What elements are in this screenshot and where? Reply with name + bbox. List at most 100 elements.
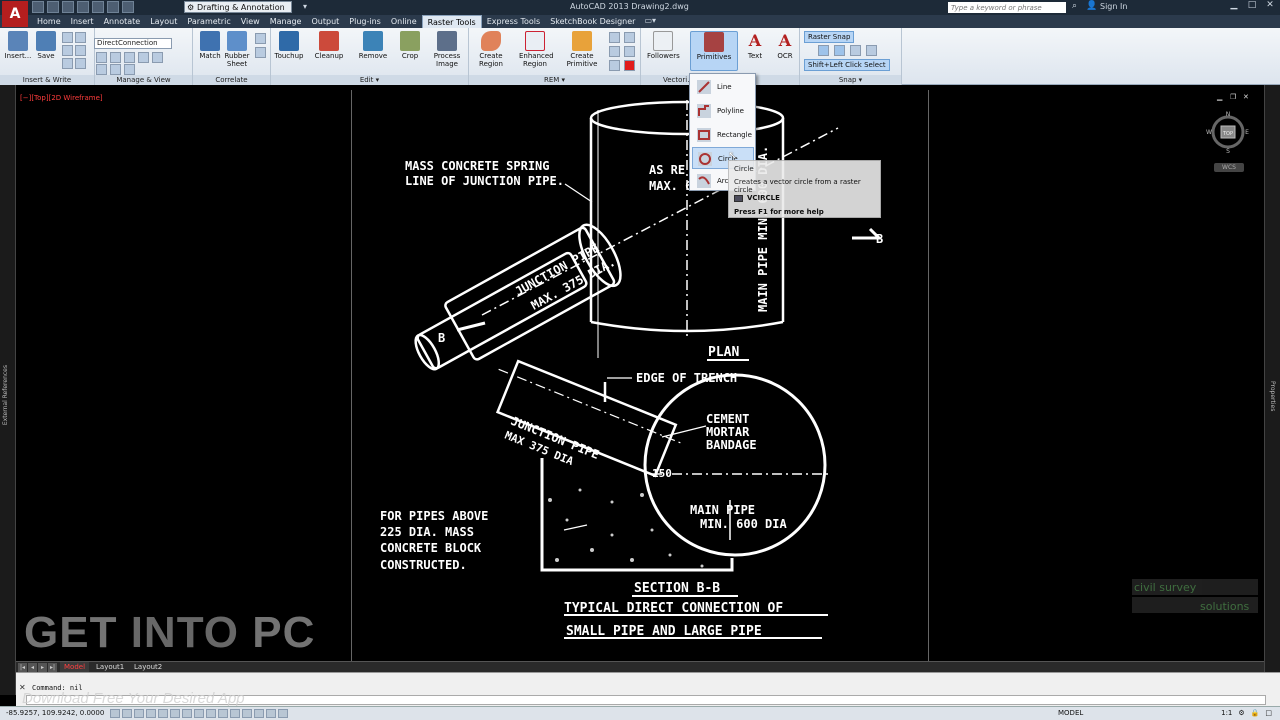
snap-center-icon[interactable] (850, 45, 861, 56)
rem-convert-icon[interactable] (624, 32, 635, 43)
first-layout-icon[interactable]: |◂ (18, 663, 27, 672)
redo-icon[interactable] (122, 1, 134, 13)
rem-option-icon[interactable] (609, 32, 620, 43)
compass-south[interactable]: S (1226, 148, 1230, 154)
viewcube-top-label[interactable]: TOP (1222, 131, 1233, 137)
osnap-icon[interactable] (170, 709, 180, 718)
maximize-icon[interactable]: □ (1244, 0, 1260, 13)
touchup-button[interactable]: Touchup (273, 31, 305, 60)
shift-left-click-select-button[interactable]: Shift+Left Click Select (804, 59, 890, 71)
layer-icon[interactable] (124, 52, 135, 63)
snap-midpoint-icon[interactable] (834, 45, 845, 56)
ducs-icon[interactable] (206, 709, 216, 718)
snap-node-icon[interactable] (866, 45, 877, 56)
clip-icon[interactable] (110, 64, 121, 75)
transparency-icon[interactable] (138, 52, 149, 63)
tab-sketchbook-designer[interactable]: SketchBook Designer (545, 15, 640, 28)
panel-title-rem[interactable]: REM ▾ (469, 75, 640, 85)
rem-hatch-icon[interactable] (609, 46, 620, 57)
tab-layout[interactable]: Layout (145, 15, 182, 28)
tab-layout1[interactable]: Layout1 (92, 662, 128, 672)
raster-snap-button[interactable]: Raster Snap (804, 31, 855, 43)
otrack-icon[interactable] (194, 709, 204, 718)
infer-icon[interactable] (110, 709, 120, 718)
tab-annotate[interactable]: Annotate (99, 15, 146, 28)
remove-button[interactable]: Remove (357, 31, 389, 60)
autocad-logo[interactable]: A (2, 1, 28, 27)
3dosnap-icon[interactable] (182, 709, 192, 718)
frame-icon[interactable] (96, 64, 107, 75)
viewport-minimize-icon[interactable]: ▁ (1217, 93, 1226, 101)
correlate-small-icon[interactable] (255, 33, 266, 44)
ocr-button[interactable]: A OCR (769, 31, 801, 60)
properties-palette[interactable]: Properties (1264, 85, 1280, 695)
export-icon[interactable] (75, 32, 86, 43)
last-layout-icon[interactable]: ▸| (48, 663, 57, 672)
next-layout-icon[interactable]: ▸ (38, 663, 47, 672)
tab-manage[interactable]: Manage (265, 15, 307, 28)
panel-title-snap[interactable]: Snap ▾ (800, 75, 901, 85)
save-button[interactable]: Save (30, 31, 62, 60)
write-icon[interactable] (62, 32, 73, 43)
properties-icon[interactable] (75, 58, 86, 69)
followers-button[interactable]: Followers (647, 31, 680, 60)
tab-online[interactable]: Online (386, 15, 422, 28)
tab-model[interactable]: Model (60, 662, 90, 672)
tab-express-tools[interactable]: Express Tools (482, 15, 546, 28)
panel-title-edit[interactable]: Edit ▾ (271, 75, 468, 85)
panel-title-insert-write[interactable]: Insert & Write (0, 75, 94, 85)
minimize-icon[interactable]: ▁ (1226, 0, 1242, 13)
new-icon[interactable] (32, 1, 44, 13)
open-icon[interactable] (47, 1, 59, 13)
wcs-menu[interactable]: WCS (1214, 163, 1244, 172)
rem-mask-icon[interactable] (609, 60, 620, 71)
dyn-icon[interactable] (218, 709, 228, 718)
ribbon-minimize-icon[interactable]: ▭▾ (640, 15, 660, 28)
adjust-icon[interactable] (124, 64, 135, 75)
lock-icon[interactable]: 🔒 (1251, 709, 1260, 717)
viewcube[interactable]: TOP N S E W (1206, 110, 1250, 154)
crop-button[interactable]: Crop (394, 31, 426, 60)
tab-insert[interactable]: Insert (66, 15, 99, 28)
print-raster-icon[interactable] (62, 58, 73, 69)
viewport-restore-icon[interactable]: ❐ (1230, 93, 1239, 101)
grid-icon[interactable] (134, 709, 144, 718)
create-primitive-button[interactable]: Create Primitive (566, 31, 598, 68)
create-region-button[interactable]: Create Region (475, 31, 507, 68)
sign-in-link[interactable]: Sign In (1100, 2, 1127, 11)
prev-layout-icon[interactable]: ◂ (28, 663, 37, 672)
save-icon[interactable] (62, 1, 74, 13)
snap-mode-icon[interactable] (122, 709, 132, 718)
ortho-icon[interactable] (146, 709, 156, 718)
viewport-close-icon[interactable]: ✕ (1243, 93, 1252, 101)
annotation-scale[interactable]: 1:1 (1221, 709, 1232, 717)
compass-west[interactable]: W (1206, 129, 1212, 136)
tab-plug-ins[interactable]: Plug-ins (344, 15, 386, 28)
tab-parametric[interactable]: Parametric (182, 15, 235, 28)
transparency-toggle-icon[interactable] (242, 709, 252, 718)
connection-dropdown[interactable]: DirectConnection (94, 38, 172, 49)
undo-icon[interactable] (107, 1, 119, 13)
rubber-sheet-button[interactable]: Rubber Sheet (221, 31, 253, 68)
enhanced-region-button[interactable]: Enhanced Region (519, 31, 554, 68)
external-references-palette[interactable]: External References (0, 85, 16, 695)
polar-icon[interactable] (158, 709, 168, 718)
flyout-item-polyline[interactable]: Polyline (692, 100, 754, 122)
rem-merge-icon[interactable] (624, 46, 635, 57)
qat-dropdown-icon[interactable]: ▾ (303, 2, 307, 11)
cleanup-button[interactable]: Cleanup (313, 31, 345, 60)
annotation-monitor-icon[interactable] (278, 709, 288, 718)
compass-east[interactable]: E (1245, 129, 1249, 136)
coordinate-readout[interactable]: -85.9257, 109.9242, 0.0000 (6, 709, 104, 717)
model-space-toggle[interactable]: MODEL (1058, 709, 1083, 717)
tab-output[interactable]: Output (306, 15, 344, 28)
image-frame-icon[interactable] (62, 45, 73, 56)
lineweight-icon[interactable] (230, 709, 240, 718)
text-button[interactable]: A Text (739, 31, 771, 60)
user-icon[interactable]: 👤 (1086, 1, 1097, 12)
quick-properties-icon[interactable] (254, 709, 264, 718)
process-image-button[interactable]: Process Image (431, 31, 463, 68)
zoom-icon[interactable] (96, 52, 107, 63)
tab-layout2[interactable]: Layout2 (130, 662, 166, 672)
insert-tool-icon[interactable] (75, 45, 86, 56)
